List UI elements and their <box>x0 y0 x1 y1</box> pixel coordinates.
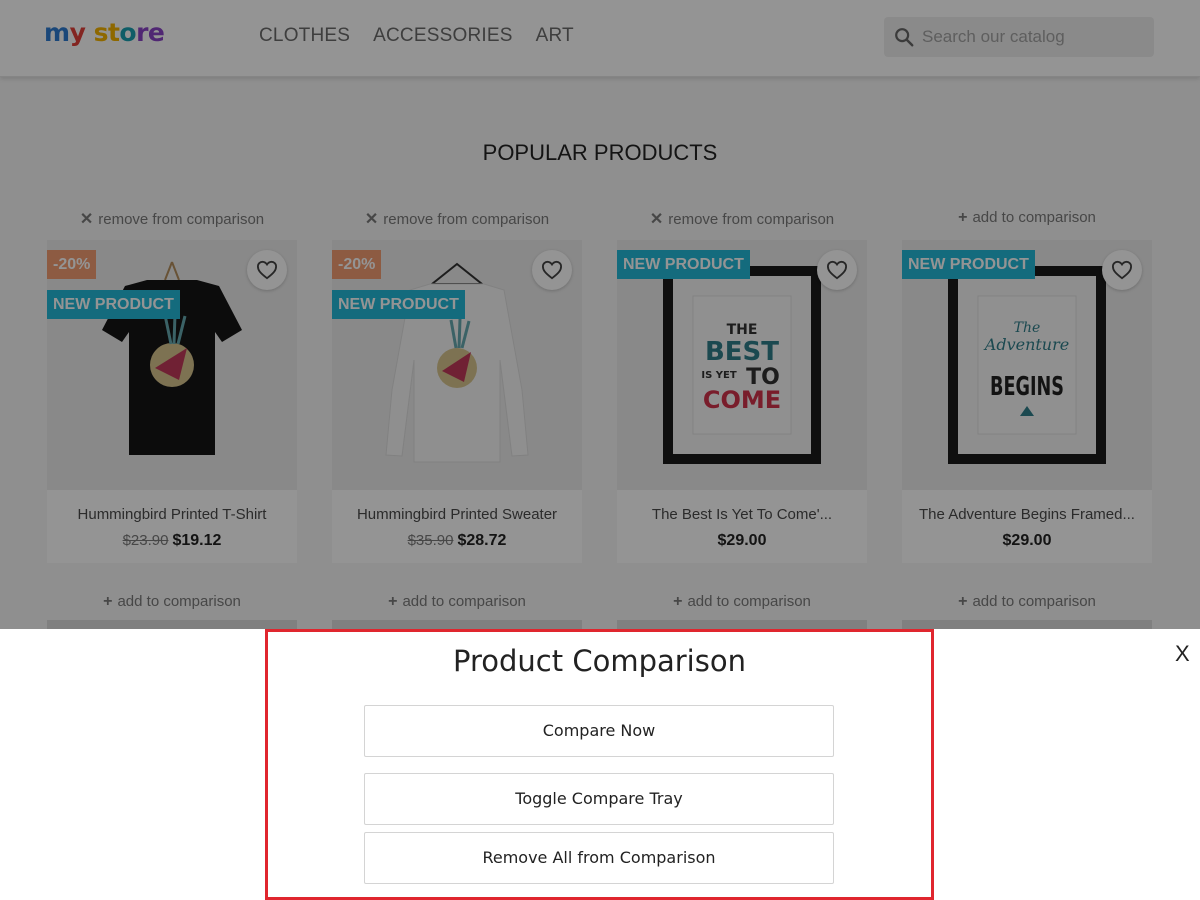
close-panel-button[interactable]: X <box>1175 641 1190 667</box>
modal-backdrop[interactable] <box>0 0 1200 629</box>
comparison-panel: Product Comparison Compare Now Toggle Co… <box>0 629 1200 900</box>
toggle-compare-tray-button[interactable]: Toggle Compare Tray <box>364 773 834 825</box>
comparison-box: Product Comparison Compare Now Toggle Co… <box>265 629 934 900</box>
remove-all-from-comparison-button[interactable]: Remove All from Comparison <box>364 832 834 884</box>
comparison-title: Product Comparison <box>453 644 746 678</box>
compare-now-button[interactable]: Compare Now <box>364 705 834 757</box>
